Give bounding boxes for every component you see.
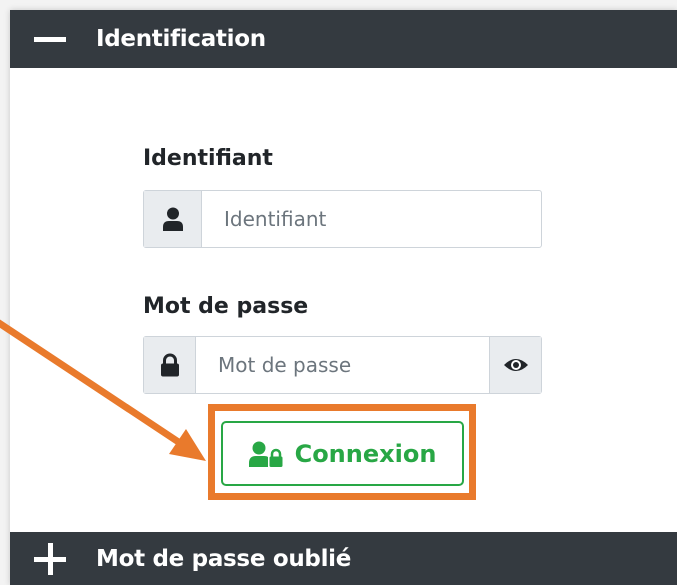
plus-icon[interactable] bbox=[34, 542, 66, 575]
forgot-password-panel-title: Mot de passe oublié bbox=[96, 545, 352, 572]
forgot-password-panel-header[interactable]: Mot de passe oublié bbox=[10, 532, 677, 585]
annotation-arrow bbox=[0, 319, 206, 461]
